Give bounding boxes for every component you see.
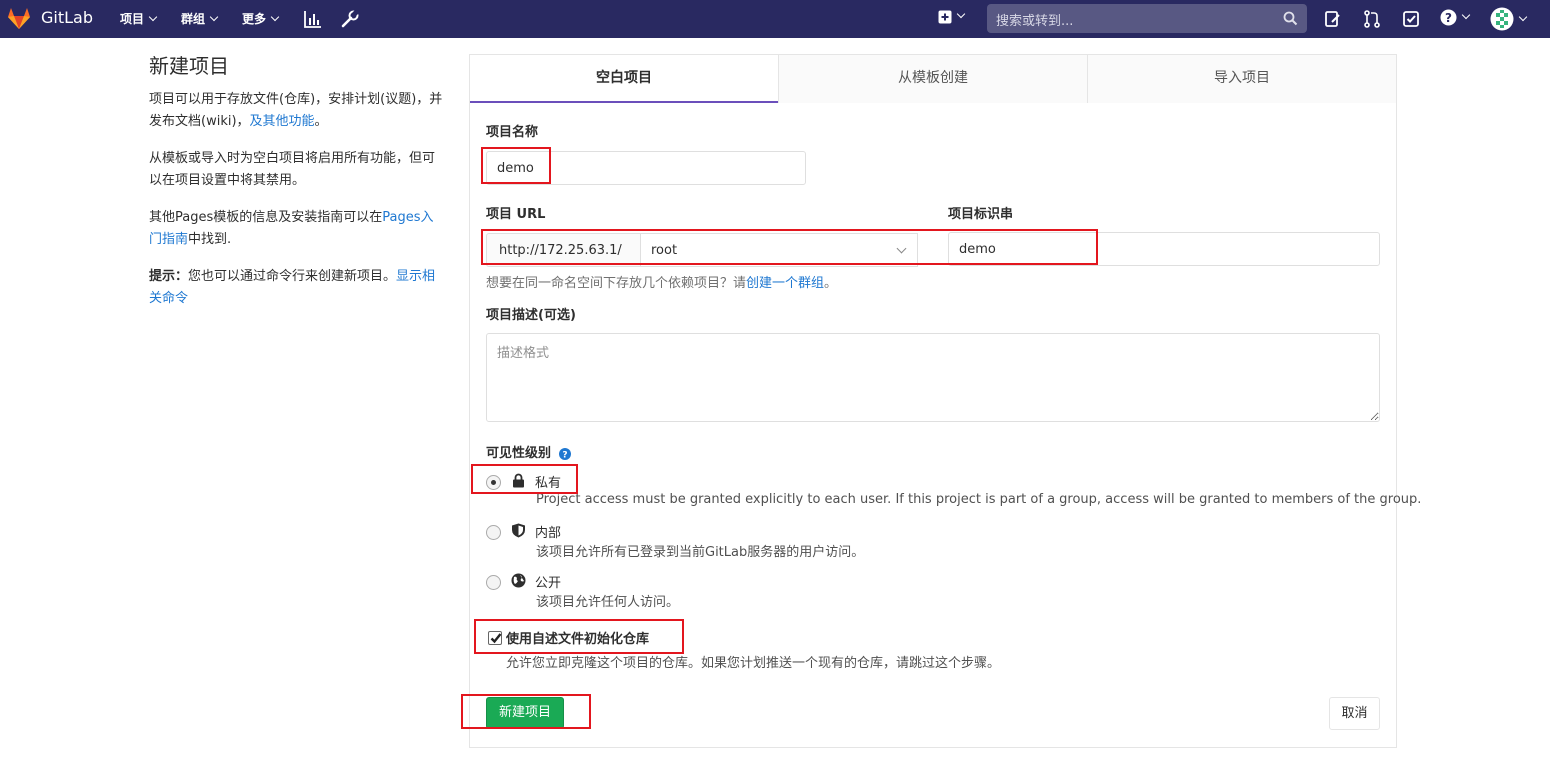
nav-projects-dropdown[interactable]: 项目 <box>120 10 158 27</box>
project-url-label: 项目 URL <box>486 207 546 222</box>
page-title: 新建项目 <box>149 54 229 78</box>
issues-checkbox-icon[interactable] <box>1401 9 1421 29</box>
intro-paragraph: 项目可以用于存放文件(仓库)，安排计划(议题)，并发布文档(wiki)，及其他功… <box>149 89 444 133</box>
init-readme-checkbox[interactable] <box>488 631 502 645</box>
checkmark-icon <box>490 633 502 644</box>
pages-text: 其他Pages模板的信息及安装指南可以在 <box>149 210 383 225</box>
chevron-down-icon <box>148 12 158 22</box>
description-label: 项目描述(可选) <box>486 308 576 323</box>
create-group-link[interactable]: 创建一个群组 <box>746 276 824 291</box>
intro-end: 。 <box>314 114 328 129</box>
more-features-link[interactable]: 及其他功能 <box>250 114 315 129</box>
todo-document-icon[interactable] <box>1323 9 1343 29</box>
nav-groups-dropdown[interactable]: 群组 <box>181 10 219 27</box>
top-navbar: GitLab 项目 群组 更多 搜索或转到... ? <box>0 0 1550 38</box>
visibility-label: 可见性级别 ? <box>486 442 571 461</box>
help-dropdown[interactable]: ? <box>1440 9 1471 26</box>
chevron-down-icon <box>956 9 966 19</box>
template-note: 从模板或导入时为空白项目将启用所有功能，但可以在项目设置中将其禁用。 <box>149 151 436 188</box>
nav-more-dropdown[interactable]: 更多 <box>242 10 280 27</box>
create-project-button[interactable]: 新建项目 <box>486 697 564 729</box>
project-url-prefix: http://172.25.63.1/ <box>486 233 640 267</box>
brand-name[interactable]: GitLab <box>41 8 93 27</box>
init-readme-desc: 允许您立即克隆这个项目的仓库。如果您计划推送一个现有的仓库，请跳过这个步骤。 <box>506 656 1001 671</box>
namespace-value: root <box>651 243 678 258</box>
chevron-down-icon <box>270 12 280 22</box>
tab-import-project[interactable]: 导入项目 <box>1087 55 1396 103</box>
merge-request-icon[interactable] <box>1362 9 1382 29</box>
visibility-public-radio[interactable] <box>486 575 501 590</box>
project-slug-input[interactable]: demo <box>948 232 1380 266</box>
project-source-tabs: 空白项目 从模板创建 导入项目 <box>470 55 1396 103</box>
init-readme-label[interactable]: 使用自述文件初始化仓库 <box>506 628 649 647</box>
gitlab-logo-icon[interactable] <box>6 5 32 31</box>
nav-projects-label: 项目 <box>120 12 145 26</box>
nav-groups-label: 群组 <box>181 12 206 26</box>
new-item-dropdown[interactable] <box>938 9 966 24</box>
chevron-down-icon <box>1518 12 1528 21</box>
user-avatar <box>1490 7 1514 31</box>
search-input[interactable]: 搜索或转到... <box>987 4 1307 33</box>
user-menu-dropdown[interactable] <box>1490 7 1528 31</box>
visibility-public-desc: 该项目允许任何人访问。 <box>536 595 680 610</box>
cancel-button[interactable]: 取消 <box>1329 697 1380 730</box>
chevron-down-icon <box>1461 10 1471 20</box>
visibility-internal-desc: 该项目允许所有已登录到当前GitLab服务器的用户访问。 <box>536 545 865 560</box>
tab-create-from-template[interactable]: 从模板创建 <box>778 55 1087 103</box>
group-help-end: 。 <box>824 276 838 291</box>
visibility-label-text: 可见性级别 <box>486 446 552 461</box>
wrench-admin-icon[interactable] <box>340 9 360 29</box>
shield-icon <box>512 523 525 538</box>
pages-end: 中找到. <box>188 232 232 247</box>
activity-chart-icon[interactable] <box>303 9 323 29</box>
search-placeholder: 搜索或转到... <box>996 14 1074 29</box>
chevron-down-icon <box>896 243 907 254</box>
svg-text:?: ? <box>1445 11 1452 25</box>
namespace-select[interactable]: root <box>640 233 918 267</box>
project-slug-label: 项目标识串 <box>948 207 1014 222</box>
create-group-help: 想要在同一命名空间下存放几个依赖项目？请创建一个群组。 <box>486 272 837 291</box>
visibility-private-radio[interactable] <box>486 475 501 490</box>
visibility-internal-title[interactable]: 内部 <box>535 522 561 541</box>
tip-text: 您也可以通过命令行来创建新项目。 <box>188 269 397 284</box>
pages-paragraph: 其他Pages模板的信息及安装指南可以在Pages入门指南中找到. <box>149 207 444 251</box>
svg-text:?: ? <box>562 450 567 460</box>
description-textarea[interactable] <box>486 333 1380 422</box>
intro-sidebar: 新建项目 项目可以用于存放文件(仓库)，安排计划(议题)，并发布文档(wiki)… <box>149 50 444 325</box>
tip-paragraph: 提示：您也可以通过命令行来创建新项目。显示相关命令 <box>149 266 444 310</box>
group-help-text: 想要在同一命名空间下存放几个依赖项目？请 <box>486 276 747 291</box>
visibility-public-title[interactable]: 公开 <box>535 572 561 591</box>
visibility-private-desc: Project access must be granted explicitl… <box>536 492 1422 507</box>
globe-icon <box>511 573 526 588</box>
tab-blank-project[interactable]: 空白项目 <box>470 55 778 103</box>
search-icon <box>1283 11 1298 26</box>
lock-icon <box>513 473 524 488</box>
help-question-icon: ? <box>1440 9 1457 26</box>
question-circle-icon[interactable]: ? <box>558 447 571 460</box>
project-name-label: 项目名称 <box>486 125 539 140</box>
nav-more-label: 更多 <box>242 12 267 26</box>
visibility-private-title[interactable]: 私有 <box>535 472 561 491</box>
visibility-internal-radio[interactable] <box>486 525 501 540</box>
plus-square-icon <box>938 10 952 23</box>
project-name-input[interactable]: demo <box>486 151 806 185</box>
chevron-down-icon <box>209 12 219 22</box>
tip-label: 提示： <box>149 269 189 284</box>
